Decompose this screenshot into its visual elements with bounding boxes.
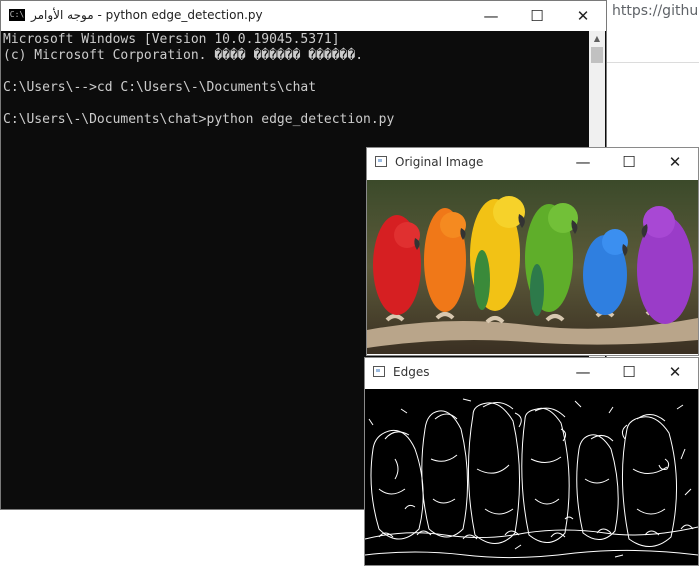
original-image-canvas [367,180,698,354]
edges-maximize-button[interactable]: ☐ [606,358,652,387]
edges-close-button[interactable]: ✕ [652,358,698,387]
edges-title-bar[interactable]: Edges — ☐ ✕ [365,358,698,387]
console-maximize-button[interactable]: ☐ [514,1,560,31]
parrot-orange [424,208,466,312]
console-line: C:\Users\-->cd C:\Users\-\Documents\chat [3,80,317,95]
console-close-button[interactable]: ✕ [560,1,606,31]
console-title-bar[interactable]: C:\ موجه الأوامر - python edge_detection… [1,1,606,31]
scroll-up-arrow-icon[interactable]: ▲ [589,31,605,47]
original-close-button[interactable]: ✕ [652,148,698,177]
edges-window-title: Edges [393,365,430,379]
console-line: C:\Users\-\Documents\chat>python edge_de… [3,112,395,127]
browser-url-text[interactable]: https://github [612,3,699,19]
console-window-title: موجه الأوامر - python edge_detection.py [31,8,263,22]
console-minimize-button[interactable]: — [468,1,514,31]
original-image-window[interactable]: Original Image — ☐ ✕ [366,147,699,356]
parrot-red [373,215,421,315]
original-image-window-title: Original Image [395,155,484,169]
edges-image [365,389,698,565]
edges-image-canvas [365,389,698,565]
original-maximize-button[interactable]: ☐ [606,148,652,177]
window-app-icon [373,366,385,377]
edges-minimize-button[interactable]: — [560,358,606,387]
parrots-image [367,180,698,354]
console-line: (c) Microsoft Corporation. ���� ������ �… [3,48,364,63]
console-line: Microsoft Windows [Version 10.0.19045.53… [3,32,340,47]
original-minimize-button[interactable]: — [560,148,606,177]
edges-window[interactable]: Edges — ☐ ✕ [364,357,699,566]
window-app-icon [375,156,387,167]
original-image-title-bar[interactable]: Original Image — ☐ ✕ [367,148,698,177]
cmd-app-icon: C:\ [9,9,25,21]
scrollbar-thumb[interactable] [591,47,603,63]
